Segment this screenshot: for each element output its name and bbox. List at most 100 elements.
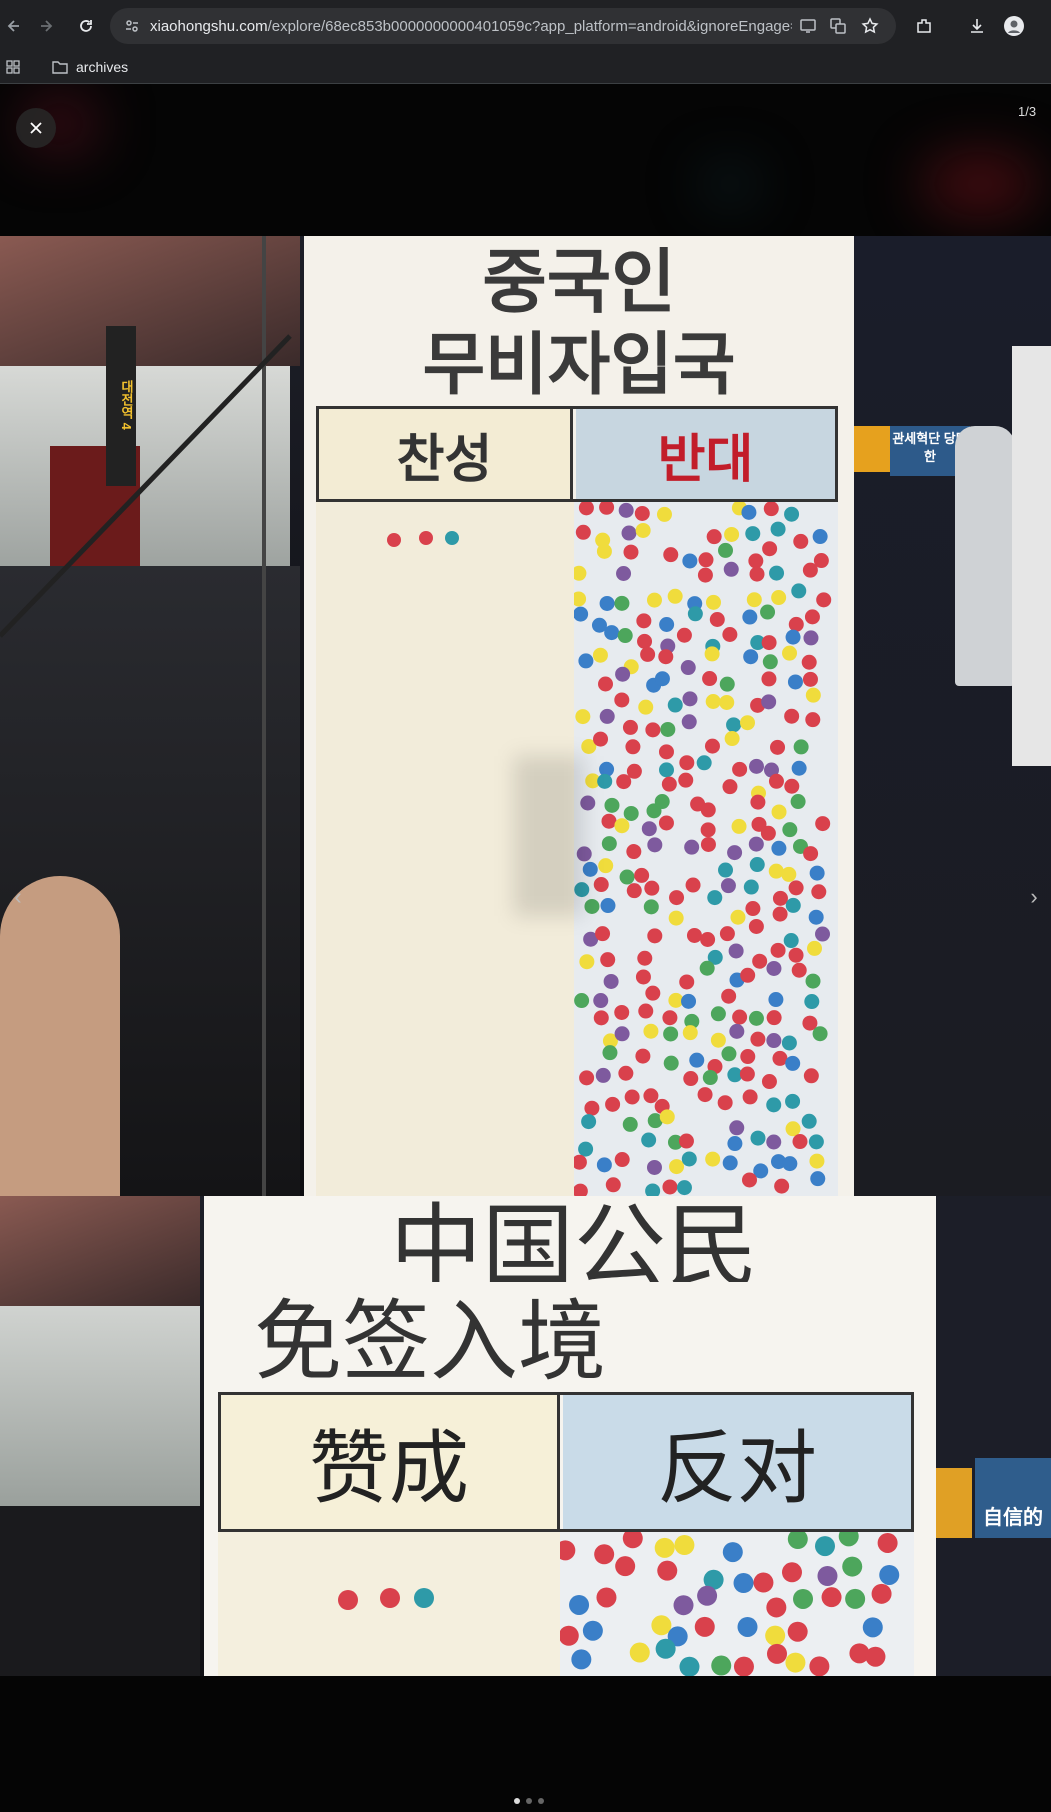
sticker-dot [719, 694, 735, 710]
apps-grid-icon[interactable] [6, 60, 20, 79]
sticker-dot [720, 878, 736, 894]
sticker-dot [644, 880, 660, 896]
sticker-dot [726, 717, 742, 733]
sticker-dot [661, 776, 677, 792]
sticker-dot [809, 1656, 830, 1676]
pager-dot[interactable] [538, 1798, 544, 1804]
address-bar[interactable]: xiaohongshu.com/explore/68ec853b00000000… [110, 8, 896, 44]
sticker-dot [745, 901, 761, 917]
extensions-icon[interactable] [912, 14, 936, 38]
sticker-dot [575, 524, 591, 540]
sticker-dot [809, 1153, 825, 1169]
reload-icon[interactable] [74, 14, 98, 38]
close-button[interactable] [16, 108, 56, 148]
sticker-dot [662, 1179, 678, 1195]
sticker-dot [705, 594, 721, 610]
sticker-dot [662, 1010, 678, 1026]
sticker-dot [723, 561, 739, 577]
sticker-dot [679, 1656, 700, 1676]
sticker-dot [788, 947, 804, 963]
sticker-dot [419, 531, 433, 545]
site-info-icon[interactable] [122, 16, 142, 36]
sticker-dot [842, 1556, 863, 1577]
oppose-dot-stickers [574, 502, 832, 1196]
sticker-dot [768, 773, 784, 789]
sticker-dot [762, 541, 778, 557]
sticker-dot [686, 927, 702, 943]
sticker-dot [574, 993, 590, 1009]
bookmark-folder-archives[interactable]: archives [76, 59, 128, 75]
sticker-dot [601, 813, 617, 829]
sticker-dot [599, 502, 615, 515]
sticker-dot [414, 1588, 434, 1608]
agree-dot-stickers [387, 531, 459, 547]
cast-icon[interactable] [798, 16, 818, 36]
sticker-dot [745, 526, 761, 542]
sticker-dot [706, 529, 722, 545]
sticker-dot [618, 502, 634, 518]
sticker-dot [788, 616, 804, 632]
pager-dot[interactable] [526, 1798, 532, 1804]
sticker-dot [584, 1100, 600, 1116]
browser-chrome: xiaohongshu.com/explore/68ec853b00000000… [0, 0, 1051, 84]
sticker-dot [760, 825, 776, 841]
translate-icon[interactable] [828, 16, 848, 36]
sticker-dot [629, 1642, 650, 1663]
sticker-dot [702, 671, 718, 687]
right-scene [930, 1196, 1051, 1676]
profile-avatar-icon[interactable] [1002, 14, 1026, 38]
next-image-arrow-icon[interactable]: › [1024, 882, 1044, 912]
sticker-dot [594, 1544, 615, 1565]
sticker-dot [792, 1134, 808, 1150]
prev-image-arrow-icon[interactable]: ‹ [8, 882, 28, 912]
sticker-dot [654, 671, 670, 687]
sticker-dot [592, 647, 608, 663]
sticker-dot [748, 836, 764, 852]
bookmark-star-icon[interactable] [860, 16, 880, 36]
sticker-dot [763, 502, 779, 517]
sticker-dot [596, 1157, 612, 1173]
sticker-dot [771, 804, 787, 820]
sticker-dot [730, 909, 746, 925]
sign-title-line1: 중국인 [482, 240, 676, 323]
sticker-dot [816, 592, 832, 608]
url-text[interactable]: xiaohongshu.com/explore/68ec853b00000000… [150, 18, 792, 35]
sticker-dot [761, 671, 777, 687]
sticker-dot [643, 1088, 659, 1104]
sticker-dot [765, 1625, 786, 1646]
sticker-dot [821, 1587, 842, 1608]
sticker-dot [615, 1556, 636, 1577]
sticker-dot [593, 731, 609, 747]
sticker-dot [697, 1585, 718, 1606]
sticker-dot [737, 1616, 758, 1637]
pager-dot[interactable] [514, 1798, 520, 1804]
sticker-dot [622, 719, 638, 735]
download-icon[interactable] [965, 14, 989, 38]
sticker-dot [634, 505, 650, 521]
sticker-dot [838, 1532, 859, 1547]
sticker-dot [766, 1597, 787, 1618]
sticker-dot [663, 1055, 679, 1071]
sticker-dot [787, 674, 803, 690]
browser-toolbar: xiaohongshu.com/explore/68ec853b00000000… [0, 0, 1051, 52]
sticker-dot [812, 529, 828, 545]
sticker-dot [614, 1152, 630, 1168]
sticker-dot [803, 846, 819, 862]
sticker-dot [569, 1594, 590, 1615]
sticker-dot [689, 1052, 705, 1068]
sticker-dot [638, 699, 654, 715]
sticker-dot [784, 708, 800, 724]
sticker-dot [787, 1532, 808, 1550]
back-icon[interactable] [2, 14, 26, 38]
sticker-dot [669, 890, 685, 906]
sticker-dot [571, 1649, 592, 1670]
sticker-dot [802, 562, 818, 578]
sticker-dot [729, 1023, 745, 1039]
forward-icon[interactable] [34, 14, 58, 38]
sticker-dot [814, 1536, 835, 1557]
sticker-dot [634, 867, 650, 883]
sticker-dot [791, 962, 807, 978]
sticker-dot [617, 628, 633, 644]
sticker-dot [643, 899, 659, 915]
sticker-dot [805, 712, 821, 728]
